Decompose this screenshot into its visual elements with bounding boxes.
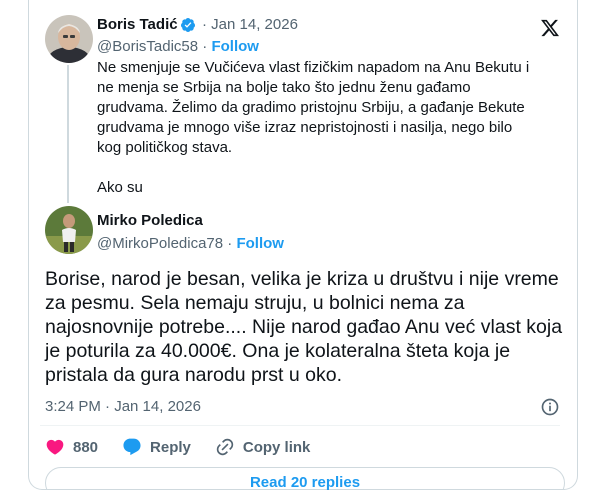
quoted-handle[interactable]: @BorisTadic58 — [97, 38, 198, 55]
like-count: 880 — [73, 438, 99, 456]
action-bar: 880 Reply Copy link — [45, 436, 334, 458]
follow-mirko-button[interactable]: Follow — [236, 235, 284, 252]
separator-dot: · — [227, 235, 233, 252]
reply-handle-line: @MirkoPoledica78 · Follow — [97, 235, 284, 252]
speech-bubble-icon — [123, 438, 141, 456]
heart-icon — [46, 439, 64, 455]
separator-dot: · — [202, 16, 207, 33]
quoted-date-line: · Jan 14, 2026 — [202, 16, 298, 33]
info-icon[interactable] — [540, 397, 560, 417]
quoted-handle-line: @BorisTadic58 · Follow — [97, 38, 259, 55]
divider — [40, 425, 560, 426]
reply-post-text: Borise, narod je besan, velika je kriza … — [45, 268, 563, 386]
post-timestamp[interactable]: 3:24 PM · Jan 14, 2026 — [45, 398, 201, 415]
verified-badge-icon — [180, 18, 195, 32]
quoted-post-text: Ne smenjuje se Vučićeva vlast fizičkim n… — [97, 58, 537, 218]
quoted-date[interactable]: Jan 14, 2026 — [211, 16, 298, 33]
link-icon — [216, 438, 234, 456]
follow-boris-button[interactable]: Follow — [211, 38, 259, 55]
quoted-paragraph-1: Ne smenjuje se Vučićeva vlast fizičkim n… — [97, 59, 530, 156]
boris-tadic-avatar[interactable] — [45, 15, 93, 63]
copy-link-label: Copy link — [242, 438, 311, 456]
copy-link-button[interactable]: Copy link — [215, 437, 311, 457]
mirko-poledica-avatar[interactable] — [45, 206, 93, 254]
separator-dot: · — [202, 38, 208, 55]
thread-connector-line — [67, 65, 69, 203]
like-button[interactable]: 880 — [45, 437, 98, 457]
quoted-paragraph-2: Ako su — [97, 179, 143, 196]
quoted-author-name[interactable]: Boris Tadić — [97, 16, 178, 33]
reply-author-name[interactable]: Mirko Poledica — [97, 212, 203, 229]
x-logo-icon[interactable] — [540, 18, 560, 38]
reply-handle[interactable]: @MirkoPoledica78 — [97, 235, 223, 252]
read-replies-button[interactable]: Read 20 replies — [45, 467, 565, 490]
reply-button[interactable]: Reply — [122, 437, 191, 457]
reply-label: Reply — [150, 438, 191, 456]
